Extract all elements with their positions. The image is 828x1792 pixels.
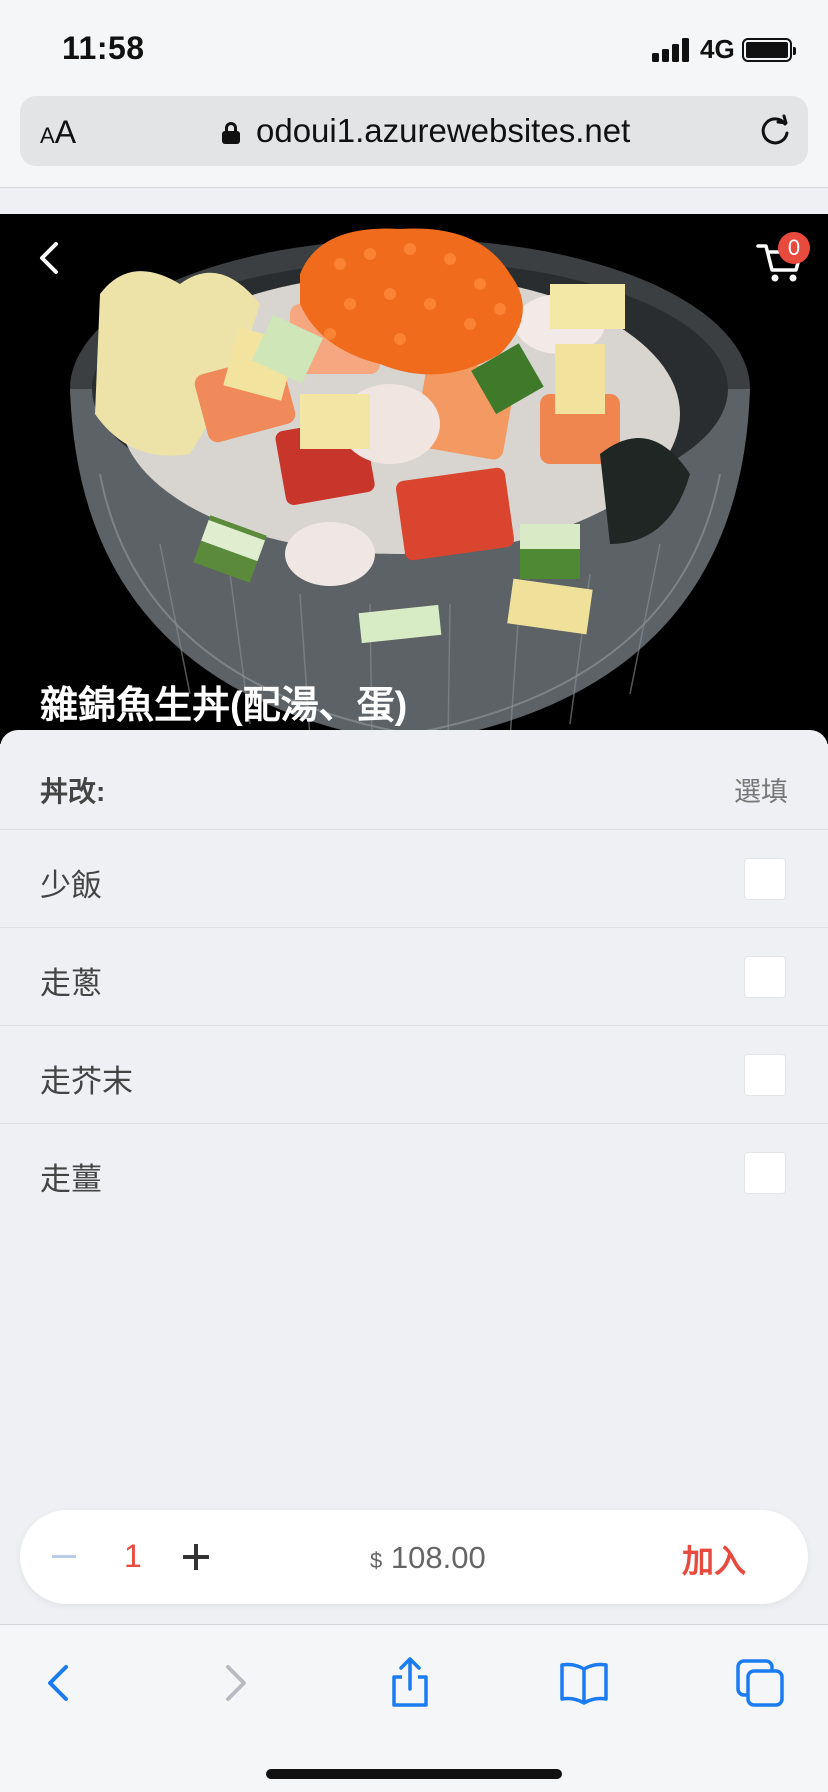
option-label: 走薑 — [40, 1162, 102, 1197]
quantity-value: 1 — [124, 1538, 142, 1574]
forward-icon[interactable] — [206, 1655, 262, 1711]
option-row-no-ginger[interactable]: 走薑 — [0, 1124, 828, 1222]
option-checkbox[interactable] — [744, 858, 786, 900]
cart-count-badge: 0 — [778, 232, 810, 264]
option-label: 走蔥 — [40, 966, 102, 1001]
url-text[interactable]: odoui1.azurewebsites.net — [256, 112, 630, 150]
spacer — [0, 189, 828, 214]
text-size-button[interactable]: AA — [40, 114, 76, 151]
product-hero: 0 雜錦魚生丼(配湯、蛋) — [0, 214, 828, 744]
tabs-icon[interactable] — [732, 1655, 788, 1711]
product-title: 雜錦魚生丼(配湯、蛋) — [40, 685, 408, 727]
option-label: 少飯 — [40, 868, 102, 903]
option-group-header: 丼改: 選填 — [0, 730, 828, 830]
order-bar: 1 $ 108.00 加入 — [20, 1510, 808, 1604]
option-checkbox[interactable] — [744, 956, 786, 998]
option-group-label: 丼改: — [40, 776, 106, 807]
option-checkbox[interactable] — [744, 1054, 786, 1096]
home-indicator — [266, 1769, 562, 1779]
plus-icon[interactable] — [183, 1544, 209, 1570]
status-bar: 11:58 4G — [0, 0, 828, 92]
option-row-no-scallion[interactable]: 走蔥 — [0, 928, 828, 1026]
add-to-cart-button[interactable]: 加入 — [682, 1536, 746, 1582]
browser-toolbar — [0, 1624, 828, 1792]
optional-tag: 選填 — [734, 777, 788, 807]
price-label: $ 108.00 — [370, 1540, 486, 1575]
network-type: 4G — [700, 34, 735, 64]
option-row-less-rice[interactable]: 少飯 — [0, 830, 828, 928]
option-row-no-wasabi[interactable]: 走芥末 — [0, 1026, 828, 1124]
product-image — [70, 228, 750, 744]
address-bar[interactable]: AA odoui1.azurewebsites.net — [20, 96, 808, 166]
minus-icon[interactable] — [52, 1555, 76, 1558]
battery-icon — [742, 38, 796, 62]
share-icon[interactable] — [382, 1655, 438, 1711]
browser-back-icon[interactable] — [32, 1655, 88, 1711]
back-icon[interactable] — [30, 236, 70, 280]
signal-icon — [652, 38, 692, 62]
option-checkbox[interactable] — [744, 1152, 786, 1194]
lock-icon — [222, 122, 240, 144]
browser-address-area: AA odoui1.azurewebsites.net — [0, 92, 828, 188]
options-panel: 丼改: 選填 少飯 走蔥 走芥末 走薑 — [0, 730, 828, 1610]
status-time: 11:58 — [62, 30, 145, 66]
option-label: 走芥末 — [40, 1064, 133, 1099]
reload-icon[interactable] — [758, 114, 792, 148]
bookmarks-icon[interactable] — [556, 1655, 612, 1711]
